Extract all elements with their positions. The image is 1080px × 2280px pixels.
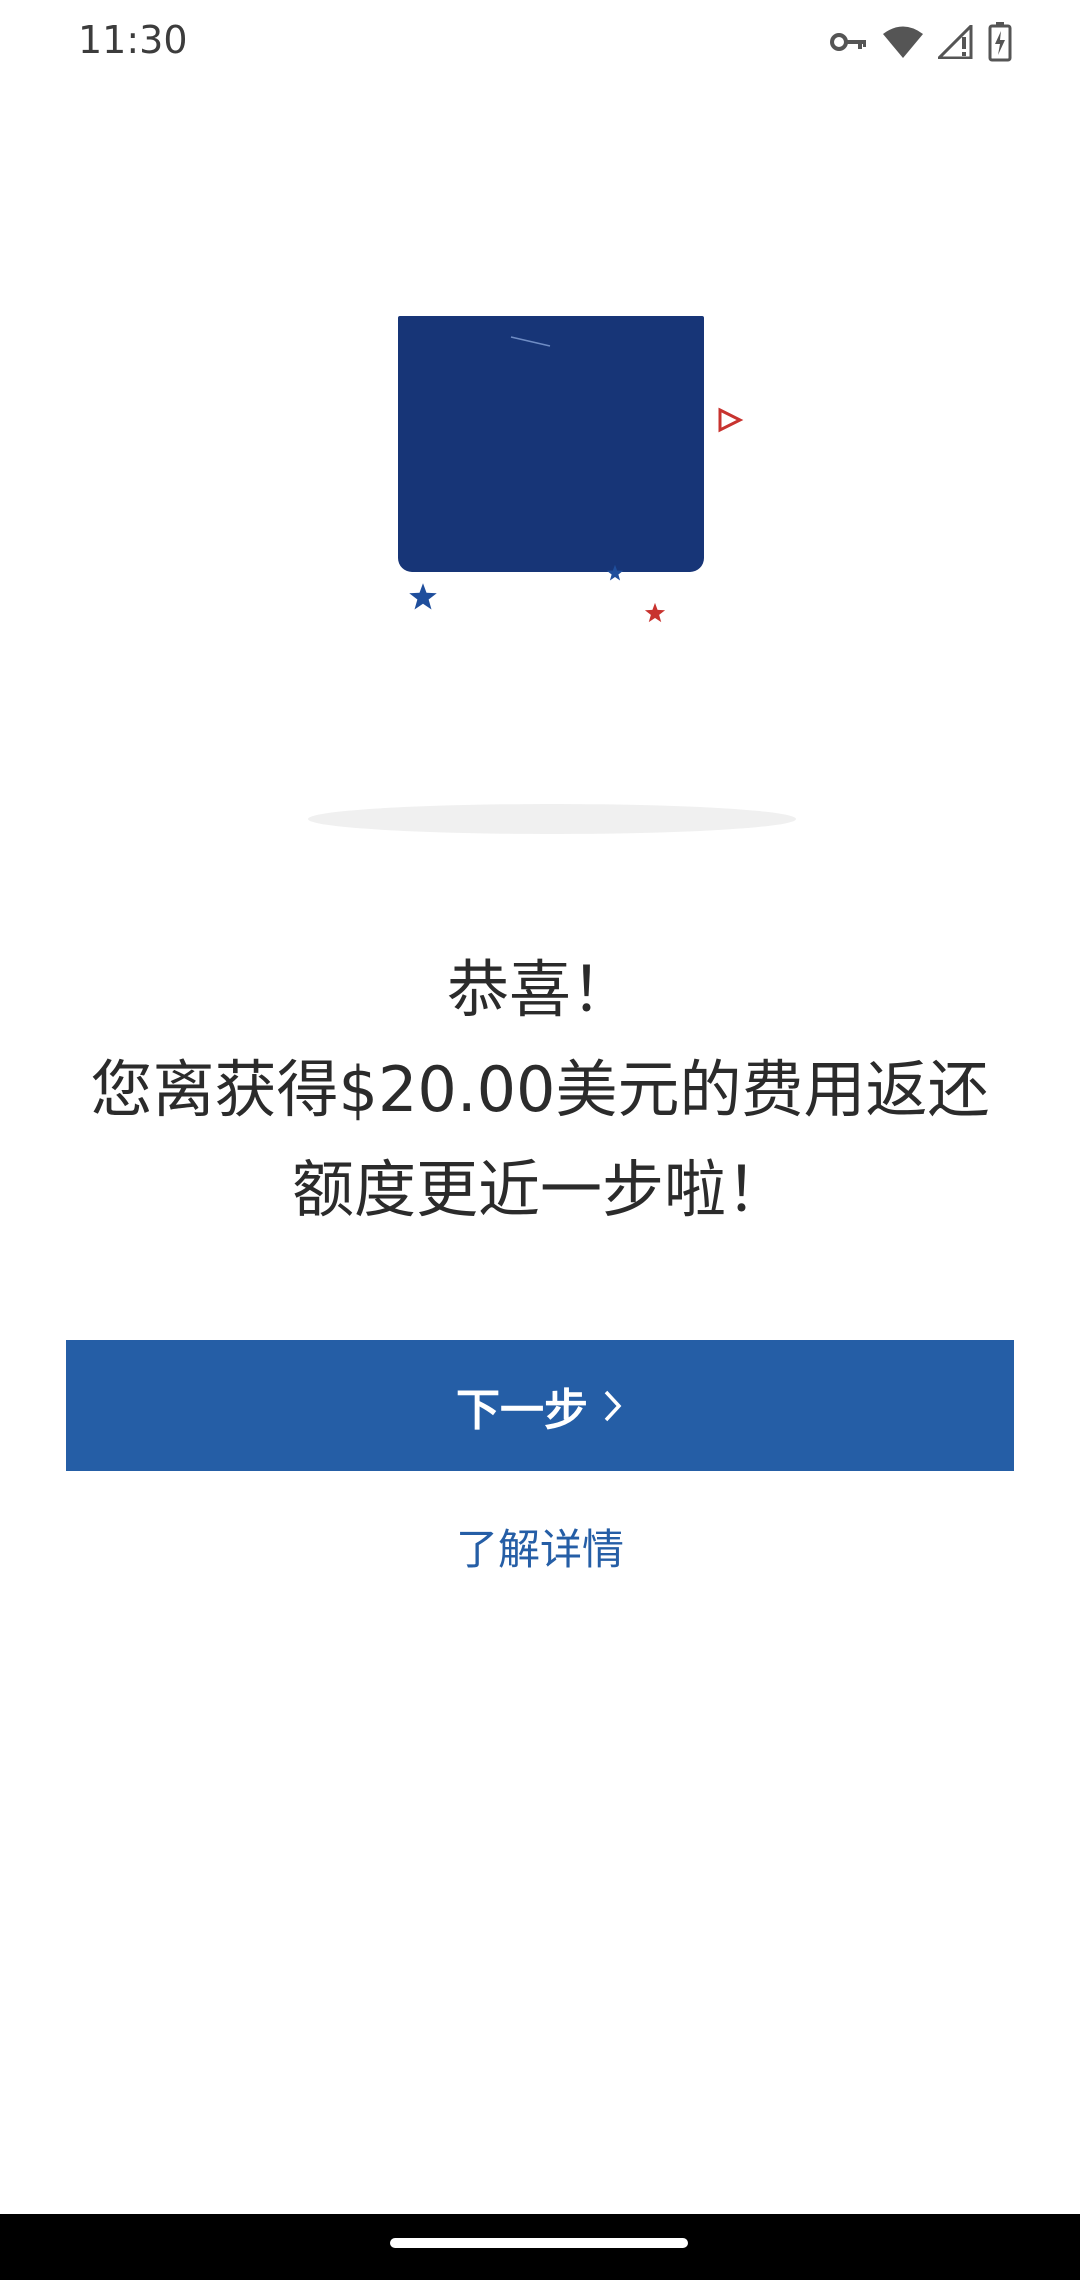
home-indicator[interactable]: [390, 2238, 688, 2248]
congrats-message: 恭喜！ 您离获得$20.00美元的费用返还 额度更近一步啦！: [40, 940, 1040, 1240]
next-button[interactable]: 下一步: [66, 1340, 1014, 1471]
illustration-shadow: [308, 804, 796, 834]
message-line-1: 恭喜！: [446, 953, 633, 1026]
rebate-progress-screen: 11:30 恭喜！ 您离获得$20.00美元的费用返还 额度更近一步啦！ 下一步…: [0, 0, 1080, 2280]
red-triangle-icon: [718, 407, 744, 433]
message-line-2: 您离获得$20.00美元的费用返还: [90, 1053, 990, 1126]
message-line-3: 额度更近一步啦！: [291, 1153, 788, 1226]
next-button-label: 下一步: [456, 1384, 588, 1436]
navigation-bar: [0, 2214, 1080, 2280]
rebate-illustration: [0, 0, 1080, 860]
blue-star-icon: [409, 583, 437, 610]
card-graphic: [398, 316, 704, 572]
red-star-icon: [644, 602, 666, 623]
chevron-right-icon: [604, 1390, 622, 1421]
card-glint: [510, 336, 551, 347]
learn-more-link[interactable]: 了解详情: [340, 1516, 740, 1577]
blue-star-small-icon: [606, 564, 624, 581]
